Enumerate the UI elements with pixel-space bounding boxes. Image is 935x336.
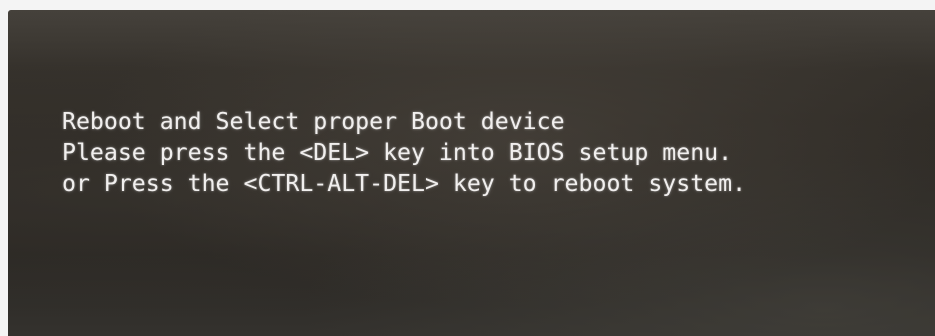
boot-error-line-1: Reboot and Select proper Boot device: [62, 108, 565, 135]
bios-setup-instruction-line: Please press the <DEL> key into BIOS set…: [62, 139, 733, 166]
screen-glare: [8, 10, 935, 70]
photo-frame: Reboot and Select proper Boot device Ple…: [0, 0, 935, 336]
boot-error-message: Reboot and Select proper Boot device Ple…: [62, 106, 746, 199]
reboot-instruction-line: or Press the <CTRL-ALT-DEL> key to reboo…: [62, 170, 747, 197]
bios-boot-screen: Reboot and Select proper Boot device Ple…: [8, 10, 935, 336]
